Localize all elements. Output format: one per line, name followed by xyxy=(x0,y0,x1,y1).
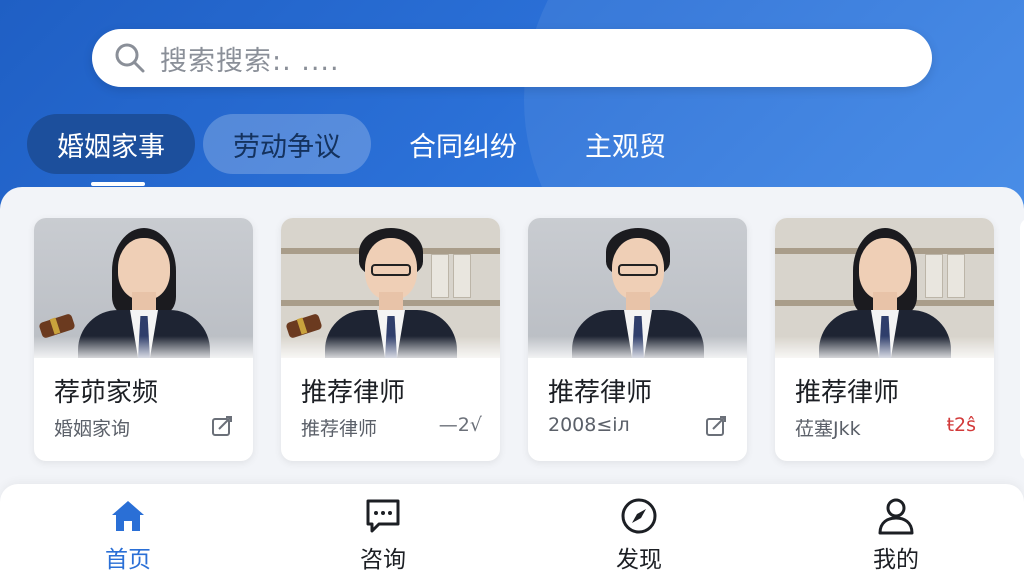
lawyer-card[interactable]: 推荐律师 莅塞Jkk ŧ2ŝ xyxy=(775,218,994,461)
card-title: 推荐律师 xyxy=(548,378,653,408)
category-tabs: 婚姻家事 劳动争议 合同纠纷 主观贸 xyxy=(27,114,704,186)
card-action[interactable]: ŧ2ŝ xyxy=(947,414,976,436)
lawyer-card[interactable]: 推荐律师 2008≤iл xyxy=(528,218,747,461)
nav-profile[interactable]: 我的 xyxy=(836,484,956,576)
card-subtitle: 婚姻家询 xyxy=(54,418,131,440)
card-title: 推荐律师 xyxy=(301,378,406,408)
tab-labor-dispute[interactable]: 劳动争议 xyxy=(203,114,371,174)
lawyer-card[interactable]: 荐茆家频 婚姻家询 xyxy=(34,218,253,461)
nav-consult[interactable]: 咨询 xyxy=(323,484,443,576)
nav-label: 咨询 xyxy=(360,547,406,573)
tab-contract-dispute[interactable]: 合同纠纷 xyxy=(379,114,547,174)
lawyer-photo xyxy=(34,218,253,358)
search-input[interactable]: 搜索搜索:. .... xyxy=(160,39,340,78)
card-subtitle: 莅塞Jkk xyxy=(795,418,861,440)
next-card-peek xyxy=(1020,218,1024,461)
tab-marriage-family[interactable]: 婚姻家事 xyxy=(27,114,195,186)
card-title: 推荐律师 xyxy=(795,378,900,408)
compass-icon xyxy=(621,498,657,534)
card-subtitle: 2008≤iл xyxy=(548,414,630,436)
chat-icon xyxy=(366,499,400,533)
nav-label: 首页 xyxy=(105,547,151,573)
nav-discover[interactable]: 发现 xyxy=(579,484,699,576)
edit-icon[interactable] xyxy=(705,415,729,437)
user-icon xyxy=(878,498,914,535)
nav-label: 发现 xyxy=(616,547,662,573)
edit-icon[interactable] xyxy=(211,415,235,437)
card-subtitle: 推荐律师 xyxy=(301,418,378,440)
search-icon xyxy=(115,43,145,73)
lawyer-card[interactable]: 推荐律师 推荐律师 —2√ xyxy=(281,218,500,461)
search-bar[interactable]: 搜索搜索:. .... xyxy=(92,29,932,87)
home-icon xyxy=(112,501,144,531)
nav-home[interactable]: 首页 xyxy=(68,484,188,576)
lawyer-photo xyxy=(775,218,994,358)
lawyer-card-list: 荐茆家频 婚姻家询 推荐律师 推荐律师 —2√ 推荐律师 2008≤iл 推荐律… xyxy=(34,218,1022,461)
card-title: 荐茆家频 xyxy=(54,378,159,408)
lawyer-photo xyxy=(528,218,747,358)
card-action[interactable]: —2√ xyxy=(439,414,482,436)
nav-label: 我的 xyxy=(873,547,919,573)
tab-fourth-category[interactable]: 主观贸 xyxy=(555,114,696,174)
bottom-navigation: 首页 咨询 发现 我的 xyxy=(0,484,1024,576)
lawyer-photo xyxy=(281,218,500,358)
